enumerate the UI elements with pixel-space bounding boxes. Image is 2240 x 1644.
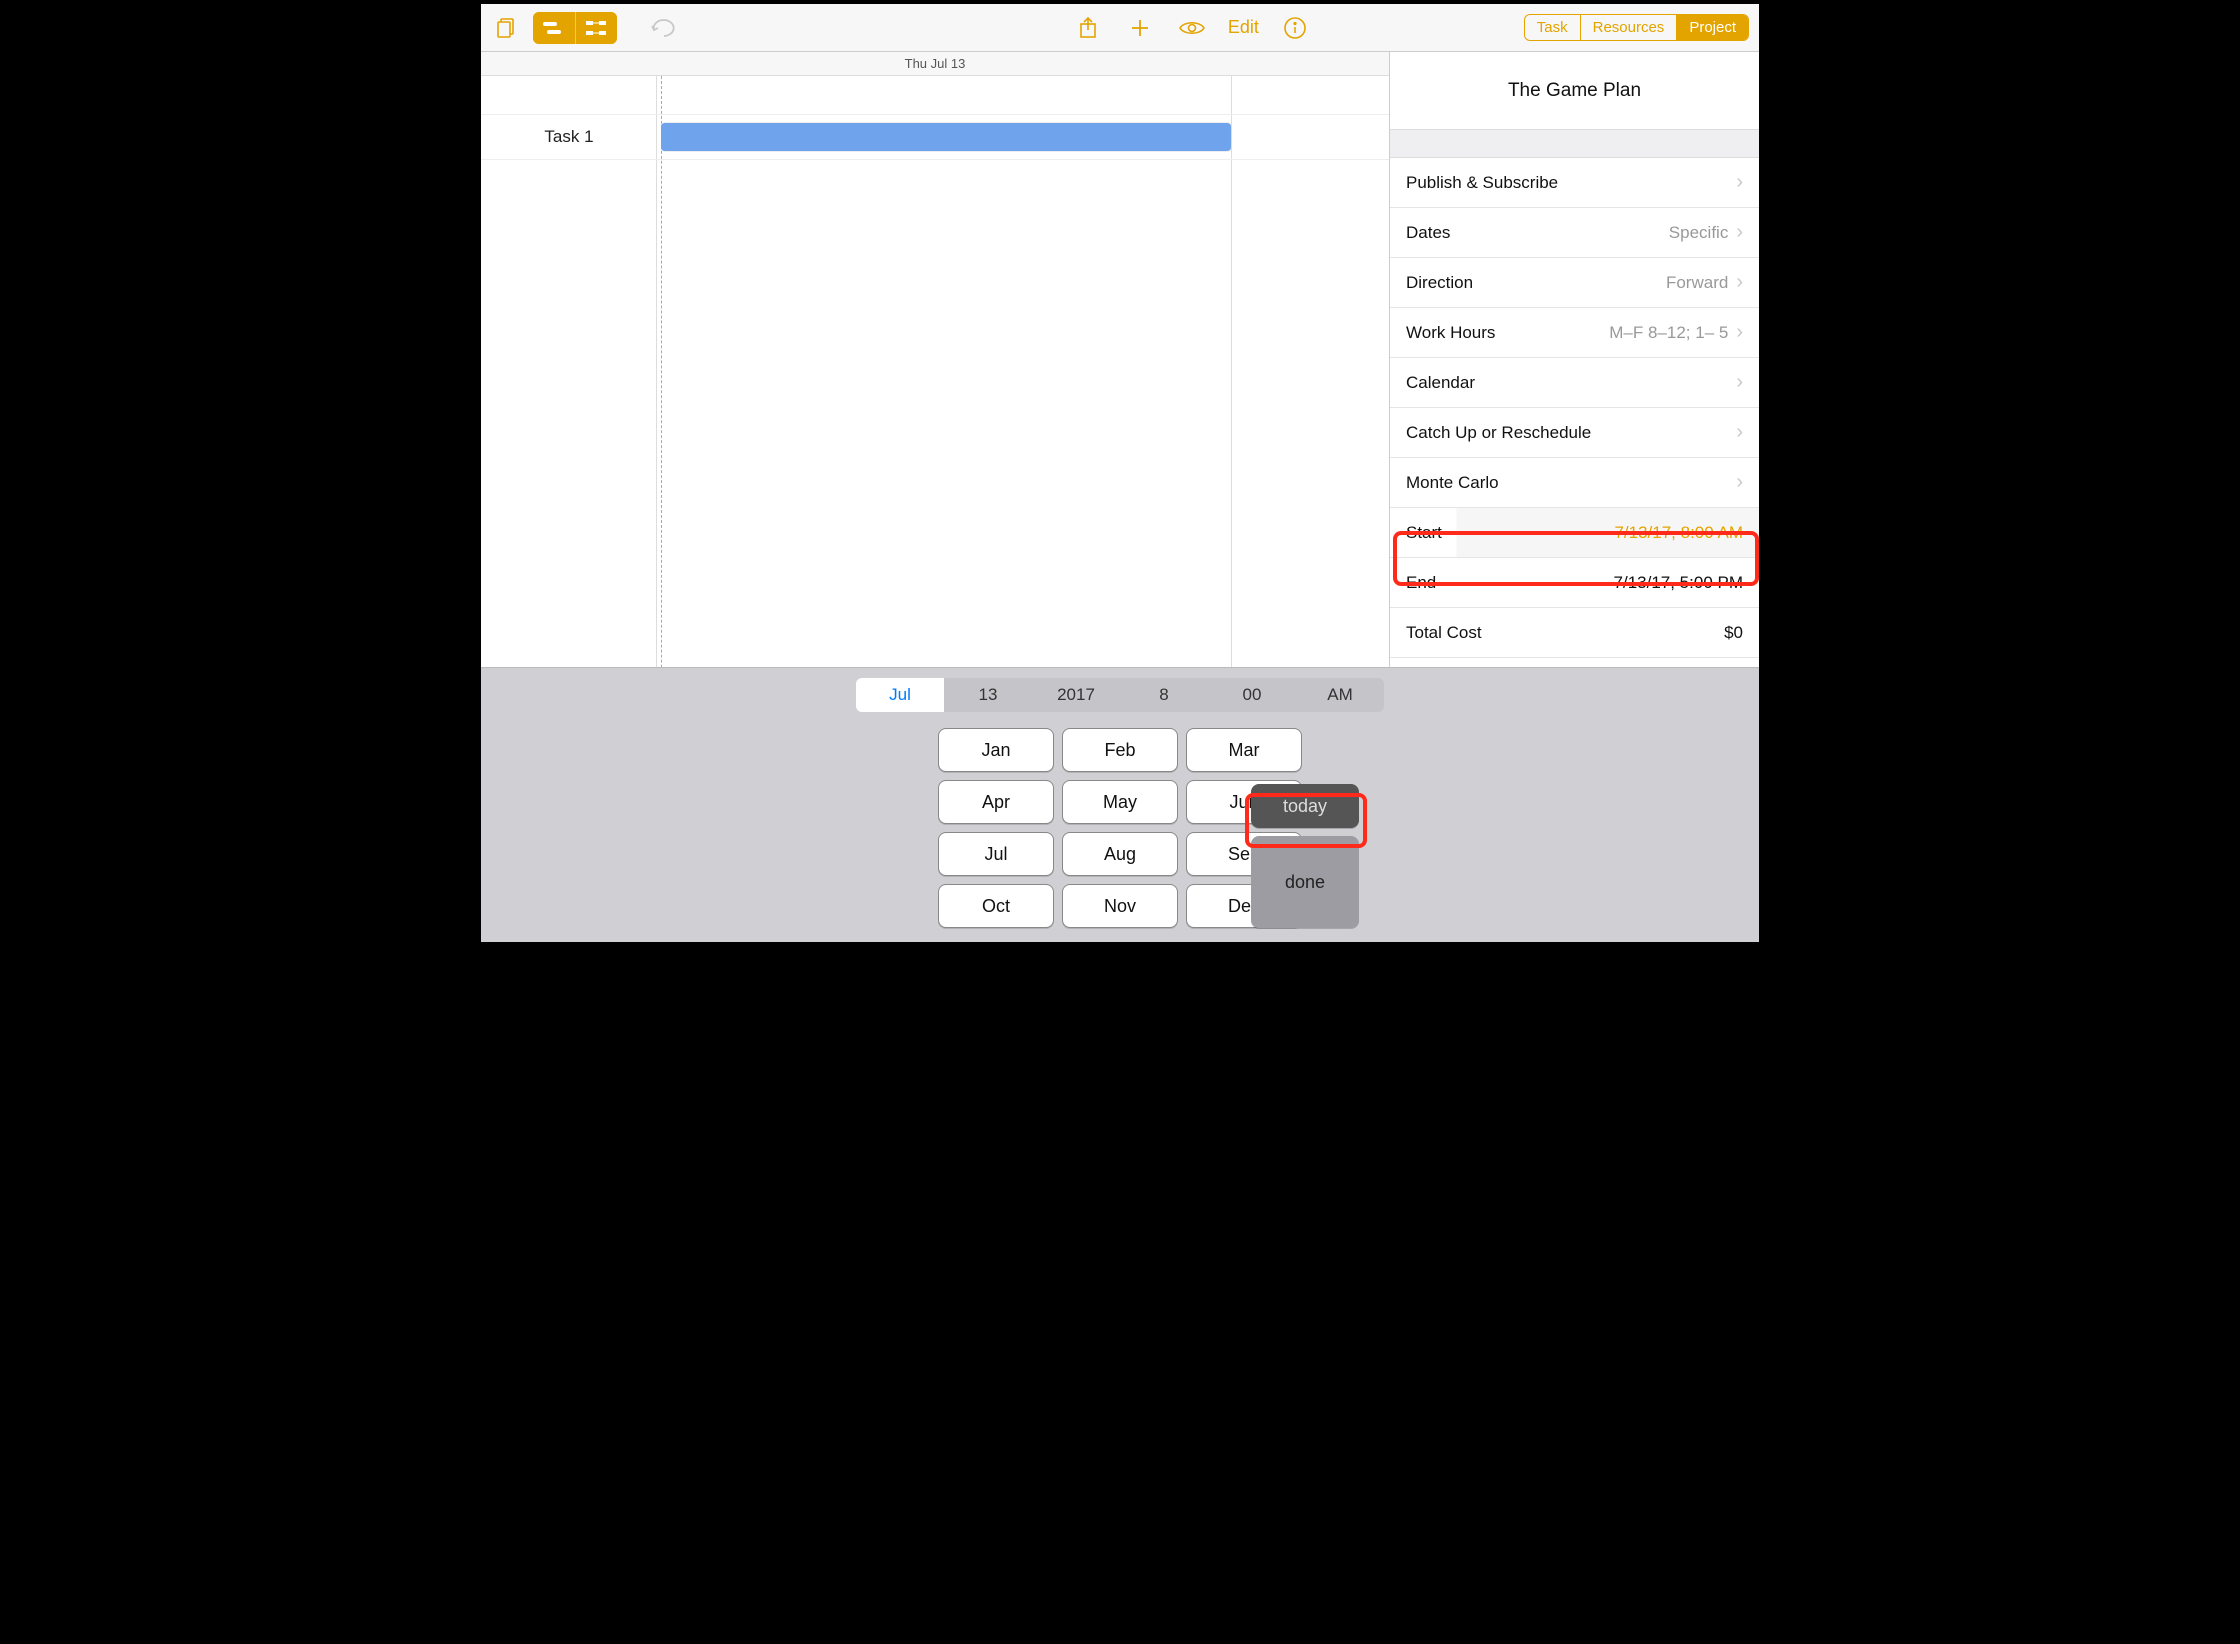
row-value: 7/13/17, 5:00 PM bbox=[1614, 573, 1743, 593]
task-bar[interactable] bbox=[661, 122, 1231, 152]
chevron-right-icon: › bbox=[1736, 471, 1743, 494]
picker-tab-year[interactable]: 2017 bbox=[1032, 678, 1120, 712]
edit-button[interactable]: Edit bbox=[1228, 17, 1259, 38]
month-mar[interactable]: Mar bbox=[1186, 728, 1302, 772]
chevron-right-icon: › bbox=[1736, 421, 1743, 444]
add-icon[interactable] bbox=[1124, 12, 1156, 44]
eye-icon[interactable] bbox=[1176, 12, 1208, 44]
row-start[interactable]: Start 7/13/17, 8:00 AM bbox=[1390, 508, 1759, 558]
row-end[interactable]: End 7/13/17, 5:00 PM bbox=[1390, 558, 1759, 608]
month-jul[interactable]: Jul bbox=[938, 832, 1054, 876]
picker-tab-ampm[interactable]: AM bbox=[1296, 678, 1384, 712]
picker-tab-hour[interactable]: 8 bbox=[1120, 678, 1208, 712]
row-monte-carlo[interactable]: Monte Carlo › bbox=[1390, 458, 1759, 508]
chevron-right-icon: › bbox=[1736, 371, 1743, 394]
gantt-view-icon[interactable] bbox=[533, 12, 575, 44]
row-calendar[interactable]: Calendar › bbox=[1390, 358, 1759, 408]
done-button[interactable]: done bbox=[1251, 836, 1359, 928]
row-catch-up[interactable]: Catch Up or Reschedule › bbox=[1390, 408, 1759, 458]
row-value: M–F 8–12; 1– 5 bbox=[1609, 323, 1728, 343]
row-work-hours[interactable]: Work Hours M–F 8–12; 1– 5 › bbox=[1390, 308, 1759, 358]
month-grid: Jan Feb Mar Apr May Jun Jul Aug Sep Oct … bbox=[481, 712, 1759, 942]
date-header: Thu Jul 13 bbox=[481, 52, 1389, 76]
row-dates[interactable]: Dates Specific › bbox=[1390, 208, 1759, 258]
tab-project[interactable]: Project bbox=[1677, 15, 1748, 40]
month-apr[interactable]: Apr bbox=[938, 780, 1054, 824]
row-direction[interactable]: Direction Forward › bbox=[1390, 258, 1759, 308]
month-aug[interactable]: Aug bbox=[1062, 832, 1178, 876]
inspector-title: The Game Plan bbox=[1390, 52, 1759, 130]
month-oct[interactable]: Oct bbox=[938, 884, 1054, 928]
row-label: Total Cost bbox=[1406, 623, 1482, 643]
network-view-icon[interactable] bbox=[575, 12, 617, 44]
row-total-cost[interactable]: Total Cost $0 bbox=[1390, 608, 1759, 658]
undo-icon[interactable] bbox=[647, 12, 679, 44]
inspector-spacer bbox=[1390, 130, 1759, 158]
month-jan[interactable]: Jan bbox=[938, 728, 1054, 772]
row-label: Work Hours bbox=[1406, 323, 1495, 343]
month-feb[interactable]: Feb bbox=[1062, 728, 1178, 772]
inspector-tabs: Task Resources Project bbox=[1524, 14, 1749, 41]
tab-task[interactable]: Task bbox=[1525, 15, 1581, 40]
row-value: Specific bbox=[1669, 223, 1729, 243]
row-value: 7/13/17, 8:00 AM bbox=[1614, 523, 1743, 543]
view-toggle[interactable] bbox=[533, 12, 617, 44]
chevron-right-icon: › bbox=[1736, 221, 1743, 244]
row-label: Dates bbox=[1406, 223, 1450, 243]
picker-tab-minute[interactable]: 00 bbox=[1208, 678, 1296, 712]
row-label: Direction bbox=[1406, 273, 1473, 293]
row-value: Forward bbox=[1666, 273, 1728, 293]
row-label: Publish & Subscribe bbox=[1406, 173, 1558, 193]
app-window: Edit Task Resources Project Thu Jul 13 bbox=[477, 0, 1763, 946]
row-value: $0 bbox=[1724, 623, 1743, 643]
row-publish-subscribe[interactable]: Publish & Subscribe › bbox=[1390, 158, 1759, 208]
picker-tab-day[interactable]: 13 bbox=[944, 678, 1032, 712]
chevron-right-icon: › bbox=[1736, 321, 1743, 344]
today-button[interactable]: today bbox=[1251, 784, 1359, 828]
picker-component-tabs: Jul 13 2017 8 00 AM bbox=[481, 668, 1759, 712]
date-picker: Jul 13 2017 8 00 AM Jan Feb Mar Apr May … bbox=[481, 667, 1759, 942]
row-label: Calendar bbox=[1406, 373, 1475, 393]
chevron-right-icon: › bbox=[1736, 271, 1743, 294]
tab-resources[interactable]: Resources bbox=[1581, 15, 1678, 40]
month-nov[interactable]: Nov bbox=[1062, 884, 1178, 928]
info-icon[interactable] bbox=[1279, 12, 1311, 44]
documents-icon[interactable] bbox=[491, 12, 523, 44]
row-label: Catch Up or Reschedule bbox=[1406, 423, 1591, 443]
toolbar: Edit Task Resources Project bbox=[481, 4, 1759, 52]
row-label: End bbox=[1406, 573, 1436, 593]
chevron-right-icon: › bbox=[1736, 171, 1743, 194]
row-label: Start bbox=[1406, 523, 1442, 543]
month-may[interactable]: May bbox=[1062, 780, 1178, 824]
share-icon[interactable] bbox=[1072, 12, 1104, 44]
task-name[interactable]: Task 1 bbox=[481, 114, 657, 160]
picker-tab-month[interactable]: Jul bbox=[856, 678, 944, 712]
row-label: Monte Carlo bbox=[1406, 473, 1499, 493]
